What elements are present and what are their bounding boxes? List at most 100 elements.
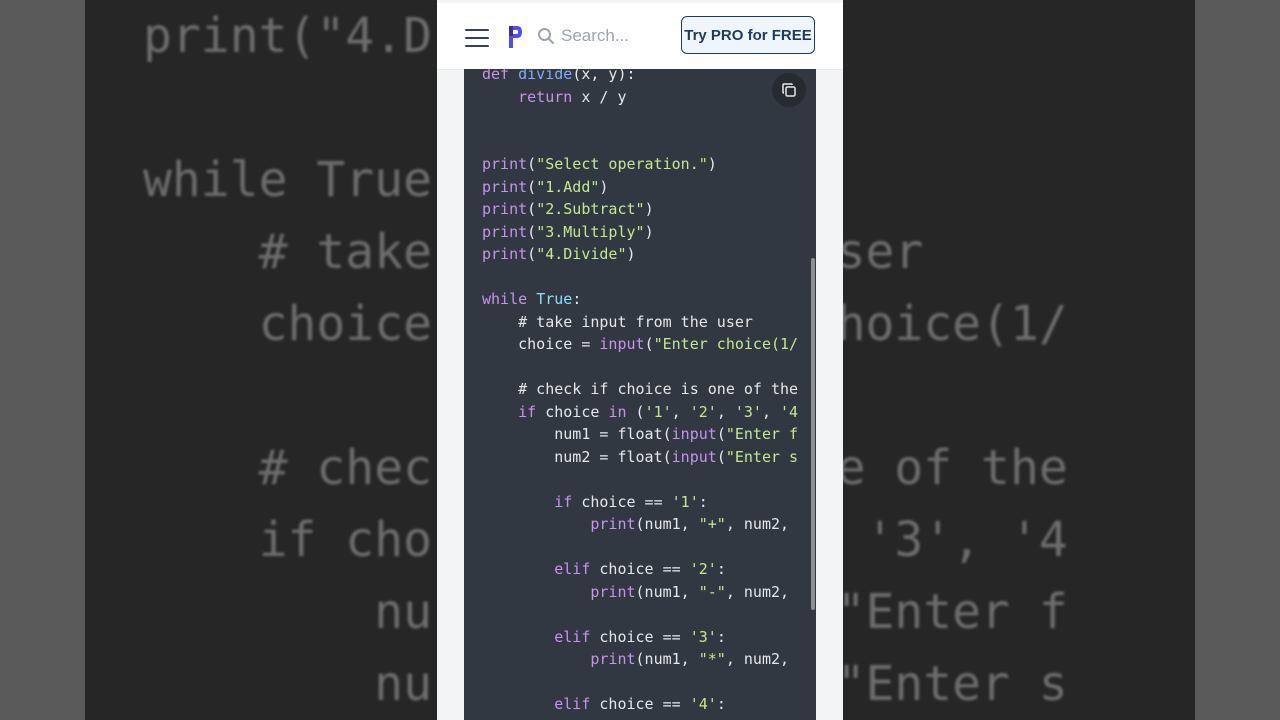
code-token: "Enter f [725,425,799,443]
code-scrollbar[interactable] [811,258,815,610]
code-token: ( [644,335,654,353]
code-token: ) [599,177,609,196]
code-token: input [599,335,645,353]
code-token: : [716,695,726,713]
code-line: print(num1, "-", num2, [482,581,798,604]
code-token: ) [707,155,717,173]
code-token: '1' [644,402,672,421]
code-token: "3.Multiply" [536,222,645,241]
search-icon [538,28,554,44]
code-token: # take input from the user [482,312,753,331]
code-token: "+" [698,515,726,533]
top-navigation-bar: Try PRO for FREE [437,3,843,70]
code-token: "Enter s [725,447,799,466]
code-line: while True: [482,288,798,311]
code-token: choice == [590,627,690,646]
code-token: "4.Divide" [536,245,627,263]
code-token: , num2, [725,582,790,601]
code-token: choice == [572,492,672,511]
code-token: print [482,222,528,241]
code-token: : [716,627,726,646]
code-line: print("1.Add") [482,176,798,199]
code-line: elif choice == '4': [482,693,798,716]
copy-code-button[interactable] [772,73,806,107]
code-token: ( [527,200,537,218]
code-token: , num2, [725,650,790,668]
code-token: , [761,402,781,421]
code-token: print [590,582,636,601]
code-token: True [536,290,573,308]
code-token: num2 = float( [482,447,672,466]
code-token: print [482,155,528,173]
code-token: (num1, [635,515,699,533]
code-token: ( [716,447,726,466]
code-token: '3' [689,627,717,646]
background-right-bar [1195,0,1280,720]
code-token: choice == [590,560,690,578]
code-line: if choice == '1': [482,491,798,514]
code-token: return [518,87,573,106]
code-token: def [482,69,519,83]
code-token: choice == [590,695,690,713]
code-token: : [698,492,708,511]
logo-icon[interactable] [507,24,523,50]
code-line: elif choice == '3': [482,626,798,649]
code-line: print("4.Divide") [482,243,798,266]
code-token: elif [554,560,591,578]
search-input[interactable] [561,23,681,49]
code-token: "-" [698,582,726,601]
code-line: print("3.Multiply") [482,221,798,244]
code-line: choice = input("Enter choice(1/ [482,333,798,356]
code-line: num2 = float(input("Enter s [482,446,798,469]
code-token: , [671,402,690,421]
code-line: print("Select operation.") [482,153,798,176]
code-token: (x, y): [572,69,636,83]
code-token: "2.Subtract" [536,200,645,218]
code-token: '2' [689,560,717,578]
code-token: print [482,200,528,218]
code-token: ( [527,245,537,263]
code-token: choice = [482,335,600,353]
code-token: "Select operation." [536,155,708,173]
code-line: print(num1, "*", num2, [482,648,798,671]
code-token: (num1, [635,582,699,601]
try-pro-button[interactable]: Try PRO for FREE [681,16,815,54]
code-token: print [590,515,636,533]
code-line: return x / y [482,86,798,109]
code-token: '3' [734,402,762,421]
code-line: # check if choice is one of the [482,378,798,401]
code-token: : [716,560,726,578]
code-token: '4 [780,402,799,421]
code-token: divide [518,69,573,83]
code-token: print [482,245,528,263]
code-token: in [608,402,627,421]
code-line: num1 = float(input("Enter f [482,423,798,446]
code-token: num1 = float( [482,425,672,443]
code-line: # take input from the user [482,311,798,334]
code-token: ( [527,177,537,196]
code-token: if [518,402,537,421]
code-block: def divide(x, y): return x / y print("Se… [464,69,816,720]
code-token: '1' [671,492,699,511]
code-line: elif choice == '2': [482,558,798,581]
code-token: "Enter choice(1/ [653,335,799,353]
code-line: if choice in ('1', '2', '3', '4 [482,401,798,424]
code-token: ( [527,155,537,173]
menu-icon[interactable] [465,29,489,47]
code-token: : [572,290,582,308]
code-token: '2' [689,402,717,421]
background-left-bar [0,0,85,720]
code-token: x / y [572,87,627,106]
